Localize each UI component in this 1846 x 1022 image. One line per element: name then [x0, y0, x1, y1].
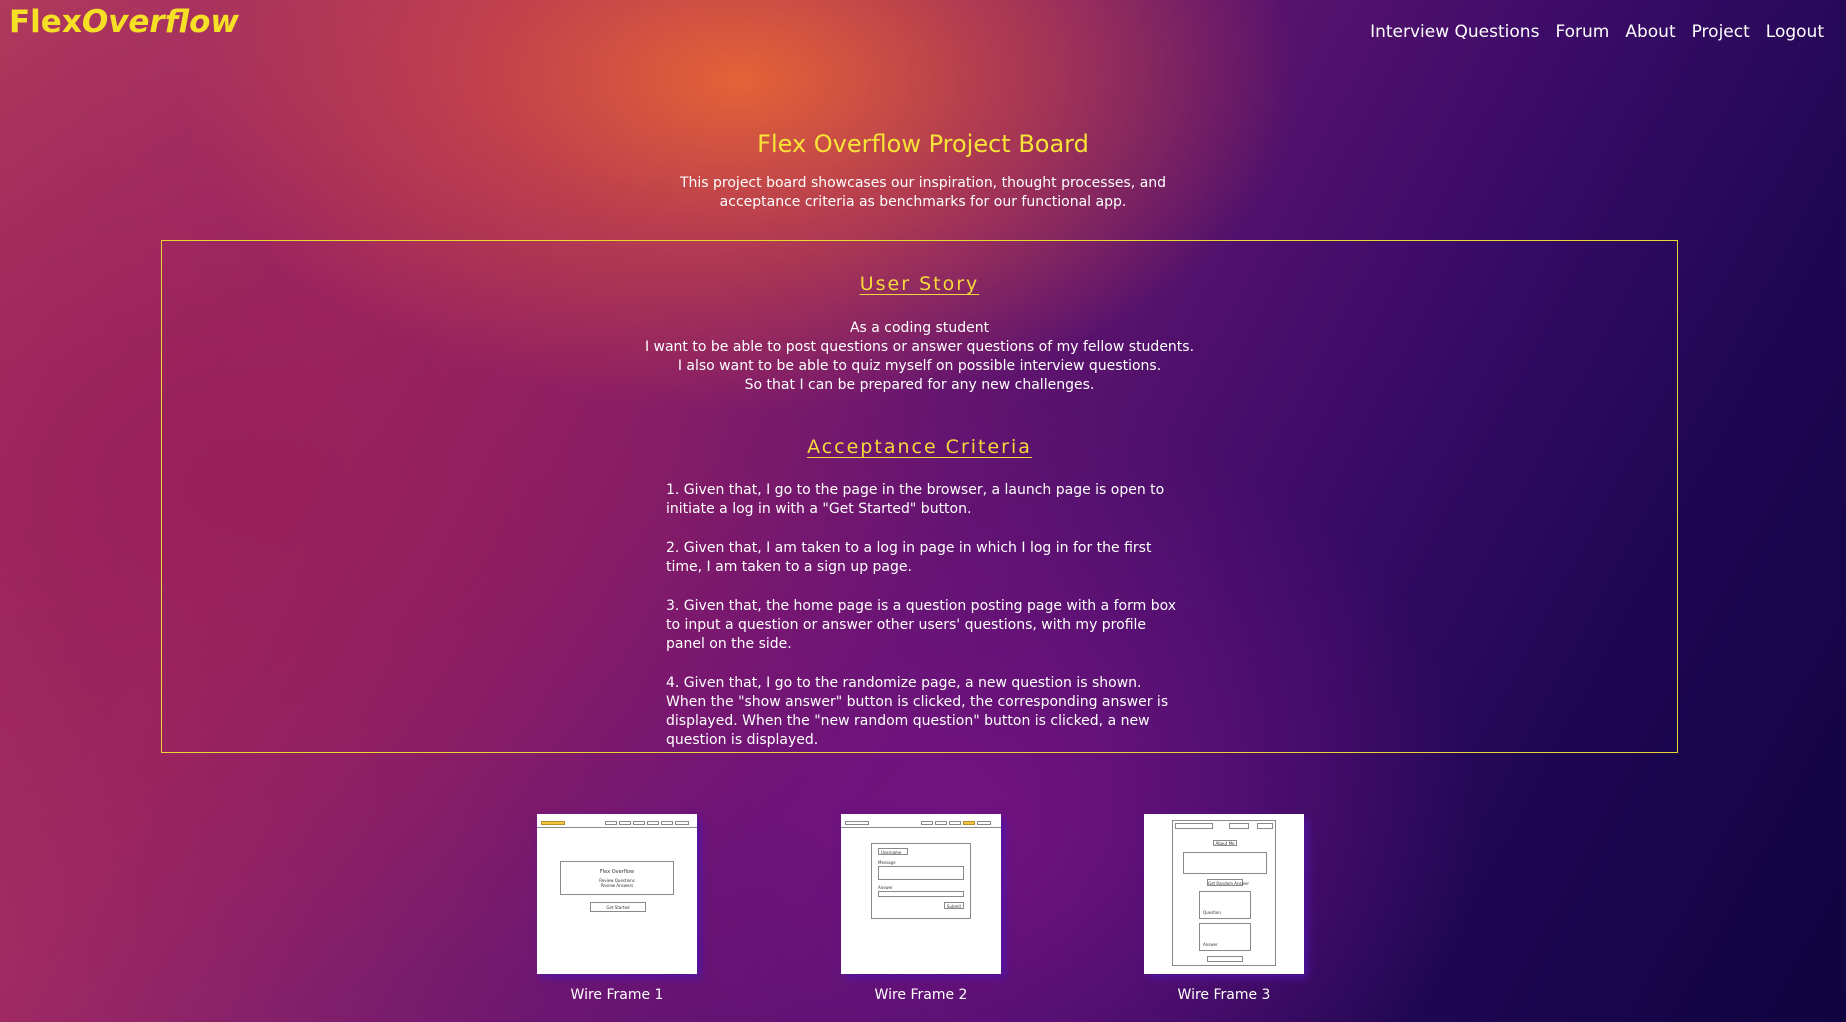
sketch-nav-box: [605, 821, 617, 825]
sketch-nav-box: [675, 821, 689, 825]
project-board: User Story As a coding student I want to…: [161, 240, 1678, 753]
sketch-title: Flex Overflow: [599, 869, 635, 875]
sketch-logo: [845, 821, 869, 825]
sketch-label-box: Username: [878, 848, 908, 855]
user-story-line: As a coding student: [849, 320, 990, 336]
wireframe-1-image[interactable]: Flex Overflow Review Questions Review An…: [537, 814, 697, 974]
sketch-heading-box: About Me: [1213, 840, 1237, 846]
page-title: Flex Overflow Project Board: [757, 130, 1089, 158]
user-story-line: I also want to be able to quiz myself on…: [677, 358, 1162, 374]
nav-project[interactable]: Project: [1692, 20, 1750, 44]
acceptance-criteria-list: 1. Given that, I go to the page in the b…: [666, 481, 1178, 770]
page-intro: This project board showcases our inspira…: [679, 175, 1167, 210]
sketch-textarea: [878, 866, 964, 880]
sketch-nav-box: [633, 821, 645, 825]
user-story-line: I want to be able to post questions or a…: [644, 339, 1195, 355]
wireframe-card-1[interactable]: Flex Overflow Review Questions Review An…: [537, 814, 697, 1003]
brand-logo[interactable]: FlexOverflow: [9, 0, 239, 44]
sketch-button-label: Get Random Answer: [1208, 881, 1249, 886]
sketch-hero-box: Flex Overflow Review Questions Review An…: [560, 861, 674, 895]
sketch-logo: [1175, 823, 1213, 829]
sketch-nav-box: [1257, 823, 1273, 829]
sketch-nav-box: [1229, 823, 1249, 829]
criteria-item: 3. Given that, the home page is a questi…: [666, 598, 1177, 652]
sketch-button: [1207, 956, 1243, 962]
user-story: As a coding student I want to be able to…: [162, 319, 1677, 395]
sketch-logo: [541, 821, 565, 825]
sketch-button: Get Random Answer: [1207, 879, 1249, 886]
acceptance-criteria-heading: Acceptance Criteria: [807, 436, 1032, 458]
sketch-nav-box: [661, 821, 673, 825]
main-nav: Interview Questions Forum About Project …: [1370, 20, 1824, 44]
sketch-nav-box: [619, 821, 631, 825]
sketch-nav-box: [949, 821, 961, 825]
wireframe-caption: Wire Frame 2: [874, 987, 968, 1003]
sketch-text: About Me: [1215, 841, 1235, 846]
sketch-button-label: Submit: [946, 904, 962, 909]
sketch-input: [878, 891, 964, 897]
sketch-nav-box: [963, 821, 975, 825]
sketch-text: Message: [878, 860, 896, 865]
sketch-profile-box: [1183, 852, 1267, 874]
nav-logout[interactable]: Logout: [1766, 20, 1824, 44]
brand-logo-part2: Overflow: [81, 4, 240, 40]
criteria-item: 1. Given that, I go to the page in the b…: [666, 482, 1165, 517]
criteria-item: 4. Given that, I go to the randomize pag…: [666, 675, 1169, 748]
sketch-text: Answer: [878, 885, 893, 890]
sketch-form-box: Username Message Answer Submit: [871, 843, 971, 919]
sketch-text: Username: [881, 850, 902, 855]
sketch-button: Get Started: [590, 902, 646, 912]
user-story-heading: User Story: [859, 273, 980, 295]
nav-about[interactable]: About: [1625, 20, 1675, 44]
sketch-nav-box: [977, 821, 991, 825]
wireframe-card-3[interactable]: About Me Get Random Answer Question Answ…: [1144, 814, 1304, 1003]
sketch-divider: [537, 827, 697, 828]
sketch-button: Submit: [944, 902, 964, 909]
wireframe-caption: Wire Frame 3: [1177, 987, 1271, 1003]
sketch-page-frame: About Me Get Random Answer Question Answ…: [1172, 820, 1276, 966]
sketch-text: Question: [1203, 910, 1221, 915]
sketch-button-label: Get Started: [606, 905, 630, 910]
user-story-line: So that I can be prepared for any new ch…: [744, 377, 1095, 393]
sketch-text: Answer: [1203, 942, 1218, 947]
wireframe-3-image[interactable]: About Me Get Random Answer Question Answ…: [1144, 814, 1304, 974]
wireframe-2-image[interactable]: Username Message Answer Submit: [841, 814, 1001, 974]
sketch-question-card: Question: [1199, 891, 1251, 919]
sketch-nav-box: [647, 821, 659, 825]
nav-forum[interactable]: Forum: [1555, 20, 1609, 44]
sketch-nav-box: [935, 821, 947, 825]
sketch-answer-card: Answer: [1199, 923, 1251, 951]
sketch-text: Review Answers: [600, 883, 634, 888]
wireframe-card-2[interactable]: Username Message Answer Submit Wire Fram…: [841, 814, 1001, 1003]
nav-interview-questions[interactable]: Interview Questions: [1370, 20, 1539, 44]
sketch-divider: [841, 827, 1001, 828]
brand-logo-part1: Flex: [9, 4, 82, 40]
criteria-item: 2. Given that, I am taken to a log in pa…: [666, 540, 1152, 575]
sketch-nav-box: [921, 821, 933, 825]
wireframe-caption: Wire Frame 1: [570, 987, 664, 1003]
